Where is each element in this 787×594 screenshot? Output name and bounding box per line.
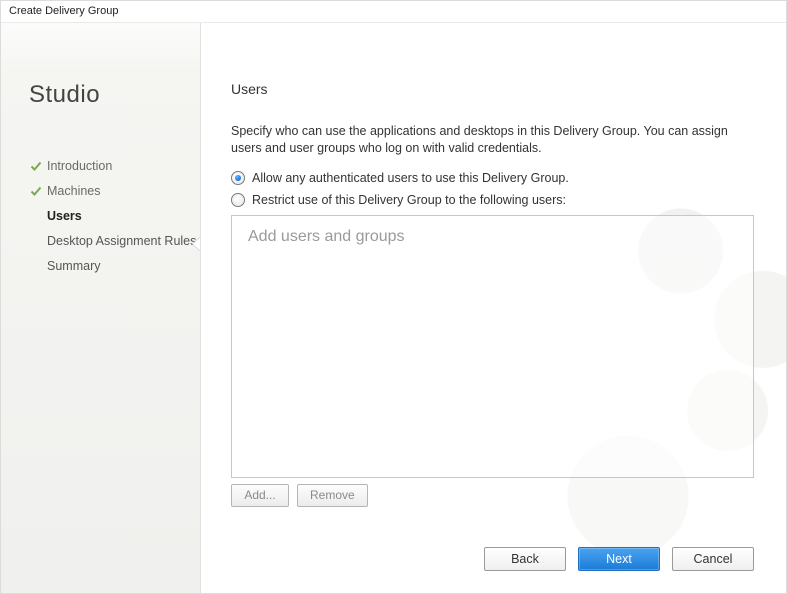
list-placeholder: Add users and groups: [248, 228, 405, 245]
wizard-footer: Back Next Cancel: [484, 547, 754, 571]
back-button[interactable]: Back: [484, 547, 566, 571]
radio-allow-any[interactable]: Allow any authenticated users to use thi…: [231, 171, 754, 185]
radio-icon: [231, 193, 245, 207]
nav-step-users[interactable]: Users: [29, 209, 201, 223]
radio-label: Allow any authenticated users to use thi…: [252, 171, 569, 185]
nav-step-machines[interactable]: Machines: [29, 184, 201, 198]
nav-label: Desktop Assignment Rules: [47, 234, 196, 248]
wizard-window: Create Delivery Group Studio Introductio…: [0, 0, 787, 594]
nav-label: Introduction: [47, 159, 112, 173]
check-icon: [29, 184, 43, 198]
list-button-row: Add... Remove: [231, 484, 754, 507]
check-icon: [29, 159, 43, 173]
cancel-button[interactable]: Cancel: [672, 547, 754, 571]
wizard-main-panel: Users Specify who can use the applicatio…: [201, 23, 786, 593]
nav-step-summary[interactable]: Summary: [29, 259, 201, 273]
radio-icon: [231, 171, 245, 185]
nav-step-desktop-rules[interactable]: Desktop Assignment Rules: [29, 234, 201, 248]
remove-button[interactable]: Remove: [297, 484, 368, 507]
page-heading: Users: [231, 81, 754, 97]
radio-restrict[interactable]: Restrict use of this Delivery Group to t…: [231, 193, 754, 207]
nav-label: Users: [47, 209, 82, 223]
nav-step-introduction[interactable]: Introduction: [29, 159, 201, 173]
add-button[interactable]: Add...: [231, 484, 289, 507]
wizard-body: Studio Introduction Machines Users Deskt…: [1, 23, 786, 593]
window-title: Create Delivery Group: [1, 1, 786, 23]
next-button[interactable]: Next: [578, 547, 660, 571]
brand-title: Studio: [29, 81, 201, 109]
page-instruction: Specify who can use the applications and…: [231, 123, 741, 157]
nav-label: Machines: [47, 184, 101, 198]
user-list[interactable]: Add users and groups: [231, 215, 754, 478]
radio-label: Restrict use of this Delivery Group to t…: [252, 193, 566, 207]
nav-label: Summary: [47, 259, 100, 273]
wizard-sidebar: Studio Introduction Machines Users Deskt…: [1, 23, 201, 593]
